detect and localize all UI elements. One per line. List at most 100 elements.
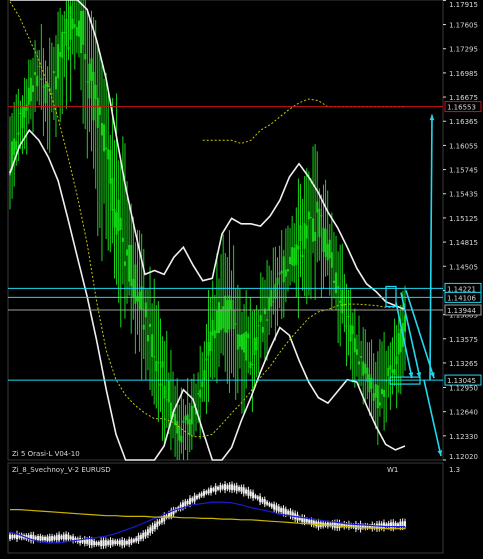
candle-body	[178, 426, 181, 441]
candle-body	[142, 324, 145, 330]
candle-body	[98, 106, 101, 116]
candle-body	[115, 212, 118, 235]
candle-body	[389, 365, 392, 370]
candle-body	[207, 341, 210, 356]
candle-body	[88, 63, 91, 99]
osc-candle-body	[34, 536, 37, 540]
candle-body	[391, 369, 394, 374]
candle-body	[351, 325, 354, 335]
candle-body	[347, 315, 350, 317]
candle-body	[23, 106, 26, 118]
candle-body	[205, 358, 208, 361]
candle-body	[314, 232, 317, 241]
osc-candle-body	[100, 540, 103, 547]
candle-body	[213, 330, 216, 339]
candles-group	[9, 0, 406, 460]
candle-body	[119, 217, 122, 230]
candle-body	[63, 32, 66, 34]
osc-candle-body	[116, 540, 119, 545]
osc-candle-body	[55, 535, 58, 541]
candle-body	[146, 334, 149, 342]
candle-body	[320, 215, 323, 217]
candle-body	[307, 211, 310, 220]
candle-body	[31, 85, 34, 92]
candle-body	[318, 208, 321, 238]
candle-body	[266, 319, 269, 321]
level-price-label: 1.16553	[447, 104, 476, 112]
osc-candle-body	[273, 504, 276, 510]
y-tick-label: 1.14815	[449, 239, 478, 247]
trading-terminal: 1.17915 1.17605 1.17295 1.16985 1.16675 1.163…	[0, 0, 483, 559]
osc-candle-body	[11, 534, 14, 539]
candle-body	[29, 77, 32, 102]
candle-body	[165, 399, 168, 401]
candle-body	[42, 86, 45, 88]
osc-candle-body	[158, 520, 161, 525]
osc-candle-body	[146, 529, 149, 536]
candle-body	[186, 414, 189, 425]
osc-candle-body	[128, 539, 131, 545]
osc-candle-body	[48, 536, 51, 542]
osc-candle-body	[198, 494, 201, 498]
candle-body	[84, 53, 87, 60]
candle-body	[326, 243, 329, 261]
lower-band-line	[9, 128, 406, 461]
osc-candle-body	[224, 484, 227, 491]
candle-body	[151, 334, 154, 358]
candle-body	[67, 46, 70, 50]
candle-body	[368, 374, 371, 393]
osc-candle-body	[235, 485, 238, 492]
osc-candle-body	[139, 534, 142, 540]
osc-candle-body	[195, 495, 198, 499]
candle-body	[226, 300, 229, 333]
osc-candle-body	[65, 534, 68, 540]
candle-body	[332, 280, 335, 283]
osc-candle-body	[266, 501, 269, 505]
upper-band-line	[10, 0, 406, 311]
osc-candle-body	[200, 492, 203, 497]
candle-body	[268, 298, 271, 311]
candle-body	[255, 337, 258, 351]
candle-body	[278, 272, 281, 275]
y-tick-label: 1.12330	[449, 433, 478, 441]
candle-body	[309, 216, 312, 218]
osc-candle-body	[79, 538, 82, 544]
candle-body	[176, 420, 179, 434]
osc-candle-body	[67, 534, 70, 540]
price-chart[interactable]: 1.17915 1.17605 1.17295 1.16985 1.16675 1.163…	[0, 0, 483, 559]
candle-body	[374, 384, 377, 398]
candle-body	[157, 362, 160, 364]
down-arrow-4	[423, 379, 442, 457]
candle-body	[270, 289, 273, 307]
osc-candle-body	[252, 492, 255, 499]
candle-body	[126, 249, 129, 256]
candle-body	[232, 310, 235, 330]
y-tick-label: 1.17295	[449, 46, 478, 54]
osc-candle-body	[308, 519, 311, 523]
osc-candle-body	[287, 510, 290, 515]
candle-body	[161, 361, 164, 368]
candle-body	[328, 239, 331, 259]
osc-candle-body	[280, 508, 283, 513]
candle-body	[159, 383, 162, 386]
osc-candle-body	[404, 521, 406, 527]
osc-candle-body	[214, 486, 217, 492]
level-price-label: 1.13045	[447, 377, 476, 385]
candle-body	[228, 295, 231, 330]
osc-candle-body	[212, 488, 215, 491]
osc-candle-body	[37, 536, 40, 541]
osc-candle-body	[142, 532, 145, 539]
candle-body	[383, 390, 386, 397]
candle-body	[21, 105, 24, 129]
candle-body	[90, 58, 93, 81]
osc-candle-body	[160, 518, 163, 523]
candle-body	[251, 363, 254, 365]
candle-body	[280, 270, 283, 274]
y-tick-label: 1.16675	[449, 94, 478, 102]
candle-body	[80, 10, 83, 54]
osc-candle-body	[392, 522, 395, 529]
candle-body	[109, 150, 112, 184]
candle-body	[293, 247, 296, 267]
candle-body	[203, 370, 206, 381]
candle-body	[190, 405, 193, 425]
